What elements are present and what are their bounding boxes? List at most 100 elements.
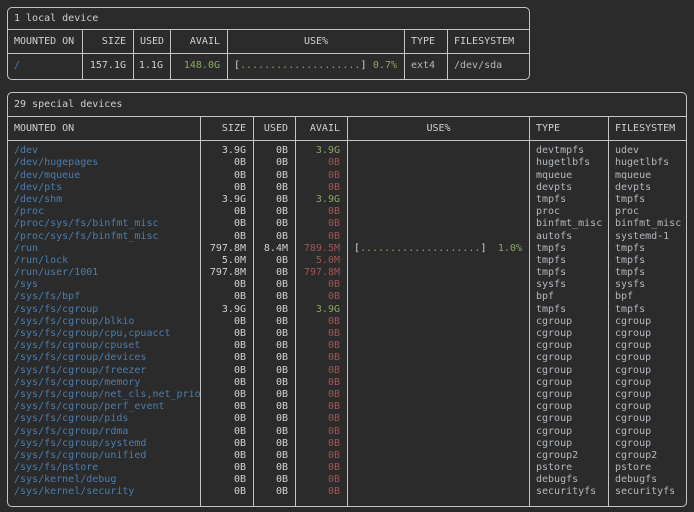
cell-avail: 0B	[296, 291, 347, 303]
cell-mount-path: /run/lock	[8, 255, 200, 267]
cell-size: 0B	[201, 340, 253, 352]
cell-avail: 0B	[296, 438, 347, 450]
cell-filesystem: cgroup	[609, 352, 687, 364]
cell-filesystem: pstore	[609, 462, 687, 474]
cell-mount-path: /sys/fs/cgroup/cpu,cpuacct	[8, 328, 200, 340]
cell-size: 0B	[201, 352, 253, 364]
cell-filesystem: tmpfs	[609, 243, 687, 255]
cell-filesystem: cgroup	[609, 413, 687, 425]
cell-size: 0B	[201, 401, 253, 413]
local-devices-table: 1 local device MOUNTED ON SIZE USED AVAI…	[7, 7, 530, 80]
cell-type: pstore	[530, 462, 608, 474]
cell-filesystem: bpf	[609, 291, 687, 303]
cell-type: hugetlbfs	[530, 157, 608, 169]
cell-avail: 0B	[296, 377, 347, 389]
cell-use-bar	[348, 426, 529, 438]
cell-avail: 0B	[296, 413, 347, 425]
cell-used: 0B	[254, 206, 295, 218]
column-header-type: TYPE	[530, 117, 609, 140]
cell-filesystem: binfmt_misc	[609, 218, 687, 230]
cell-size: 0B	[201, 365, 253, 377]
cell-used: 0B	[254, 462, 295, 474]
cell-filesystem: /dev/sda	[448, 60, 529, 72]
cell-size: 0B	[201, 450, 253, 462]
cell-filesystem: cgroup	[609, 401, 687, 413]
cell-used: 0B	[254, 377, 295, 389]
column-used: 1.1G	[134, 54, 171, 79]
cell-used: 0B	[254, 486, 295, 498]
cell-use-bar	[348, 316, 529, 328]
table-title: 29 special devices	[8, 93, 686, 117]
cell-type: cgroup	[530, 438, 608, 450]
cell-use-bar	[348, 304, 529, 316]
cell-use-bar	[348, 267, 529, 279]
cell-filesystem: udev	[609, 145, 687, 157]
cell-used: 0B	[254, 389, 295, 401]
cell-mount-path: /sys/fs/cgroup/systemd	[8, 438, 200, 450]
cell-size: 0B	[201, 291, 253, 303]
cell-size: 157.1G	[83, 60, 133, 72]
cell-avail: 0B	[296, 182, 347, 194]
cell-size: 0B	[201, 438, 253, 450]
column-header-filesystem: FILESYSTEM	[448, 30, 529, 53]
column-header-type: TYPE	[405, 30, 448, 53]
cell-avail: 3.9G	[296, 145, 347, 157]
cell-size: 0B	[201, 206, 253, 218]
cell-type: cgroup	[530, 328, 608, 340]
cell-use-bar	[348, 145, 529, 157]
cell-size: 0B	[201, 328, 253, 340]
cell-use-bar: [....................]1.0%	[348, 243, 529, 255]
cell-avail: 797.8M	[296, 267, 347, 279]
cell-avail: 0B	[296, 206, 347, 218]
cell-size: 0B	[201, 426, 253, 438]
cell-used: 0B	[254, 450, 295, 462]
cell-avail: 3.9G	[296, 194, 347, 206]
cell-mount-path: /sys/fs/bpf	[8, 291, 200, 303]
cell-filesystem: devpts	[609, 182, 687, 194]
cell-avail: 0B	[296, 389, 347, 401]
cell-size: 0B	[201, 377, 253, 389]
cell-avail: 0B	[296, 340, 347, 352]
cell-size: 0B	[201, 279, 253, 291]
cell-mount-path: /dev/shm	[8, 194, 200, 206]
table-body: / 157.1G 1.1G 148.0G [..................…	[8, 54, 529, 79]
cell-use-bar	[348, 486, 529, 498]
cell-size: 0B	[201, 413, 253, 425]
cell-used: 0B	[254, 291, 295, 303]
usage-bar: [....................]	[234, 60, 366, 72]
cell-mount-path: /dev/hugepages	[8, 157, 200, 169]
cell-used: 0B	[254, 267, 295, 279]
cell-filesystem: mqueue	[609, 170, 687, 182]
column-use-pct: [....................]0.7%	[228, 54, 405, 79]
cell-mount-path: /sys/fs/cgroup/cpuset	[8, 340, 200, 352]
cell-used: 1.1G	[134, 60, 170, 72]
cell-use-bar	[348, 352, 529, 364]
cell-used: 0B	[254, 352, 295, 364]
cell-used: 0B	[254, 170, 295, 182]
cell-mount-path: /sys/fs/cgroup/blkio	[8, 316, 200, 328]
column-filesystem: /dev/sda	[448, 54, 529, 79]
cell-filesystem: tmpfs	[609, 194, 687, 206]
cell-filesystem: proc	[609, 206, 687, 218]
cell-size: 3.9G	[201, 194, 253, 206]
cell-mount-path: /sys/kernel/debug	[8, 474, 200, 486]
cell-used: 0B	[254, 413, 295, 425]
cell-avail: 0B	[296, 328, 347, 340]
cell-type: cgroup	[530, 377, 608, 389]
cell-mount-path: /sys/fs/cgroup/unified	[8, 450, 200, 462]
cell-avail: 0B	[296, 474, 347, 486]
cell-filesystem: cgroup	[609, 365, 687, 377]
cell-mount-path: /dev	[8, 145, 200, 157]
table-body: /dev/dev/hugepages/dev/mqueue/dev/pts/de…	[8, 141, 686, 505]
cell-avail: 0B	[296, 218, 347, 230]
cell-use-bar	[348, 438, 529, 450]
cell-used: 0B	[254, 279, 295, 291]
cell-filesystem: tmpfs	[609, 255, 687, 267]
cell-used: 8.4M	[254, 243, 295, 255]
cell-mount-path: /proc/sys/fs/binfmt_misc	[8, 231, 200, 243]
cell-filesystem: cgroup	[609, 389, 687, 401]
cell-use-bar	[348, 401, 529, 413]
column-mounted-on: /	[8, 54, 83, 79]
column-header-size: SIZE	[83, 30, 134, 53]
cell-used: 0B	[254, 474, 295, 486]
